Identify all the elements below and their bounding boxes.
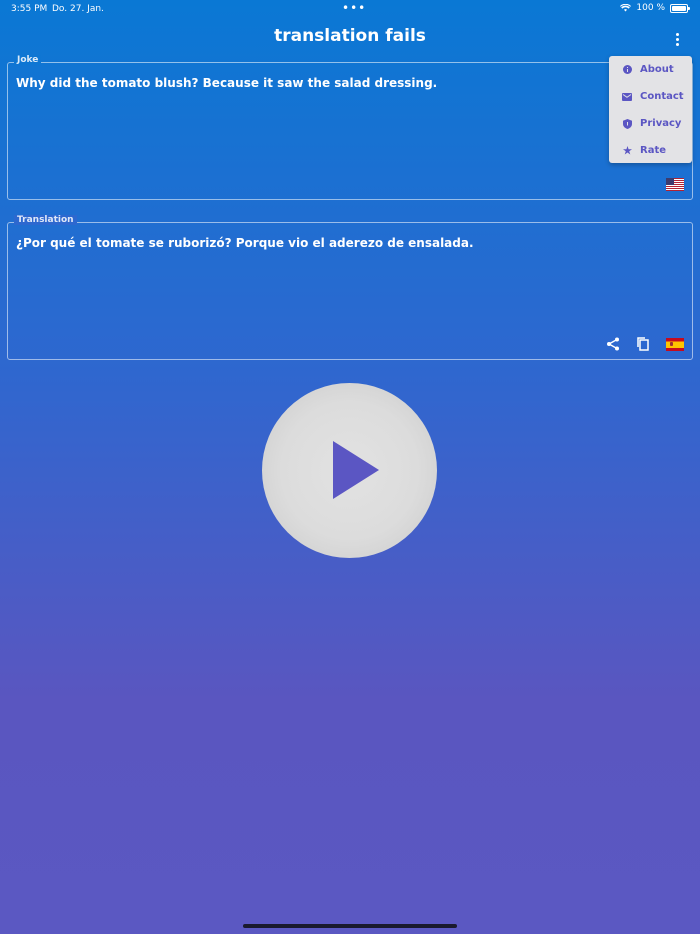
us-flag-icon[interactable] xyxy=(666,178,684,191)
home-indicator[interactable] xyxy=(243,924,457,928)
mail-icon xyxy=(622,92,632,101)
play-icon xyxy=(333,441,379,499)
menu-item-label: Privacy xyxy=(640,118,682,129)
wifi-icon xyxy=(620,4,632,12)
battery-icon xyxy=(670,3,690,13)
es-flag-icon[interactable] xyxy=(666,338,684,351)
menu-item-about[interactable]: About xyxy=(609,56,692,83)
translation-text: ¿Por qué el tomate se ruborizó? Porque v… xyxy=(16,236,474,250)
status-date: Do. 27. Jan. xyxy=(52,4,104,14)
joke-field[interactable]: Joke Why did the tomato blush? Because i… xyxy=(7,55,693,200)
star-icon xyxy=(622,146,632,155)
battery-percent: 100 % xyxy=(636,3,665,13)
status-right: 100 % xyxy=(620,3,690,13)
menu-item-contact[interactable]: Contact xyxy=(609,83,692,110)
page-title: translation fails xyxy=(274,26,426,46)
status-time: 3:55 PM xyxy=(11,4,48,14)
menu-item-privacy[interactable]: Privacy xyxy=(609,110,692,137)
translation-field: Translation ¿Por qué el tomate se rubori… xyxy=(7,215,693,360)
shield-icon xyxy=(622,118,632,129)
info-icon xyxy=(622,65,632,74)
share-icon[interactable] xyxy=(605,336,621,352)
menu-item-label: Contact xyxy=(640,91,684,102)
multitask-dots[interactable]: ••• xyxy=(342,1,366,15)
more-menu-button[interactable] xyxy=(667,28,687,50)
translation-label: Translation xyxy=(14,215,77,225)
joke-label: Joke xyxy=(14,55,42,65)
more-vert-icon xyxy=(675,32,679,36)
menu-item-label: Rate xyxy=(640,145,667,156)
menu-item-rate[interactable]: Rate xyxy=(609,137,692,164)
overflow-menu: About Contact Privacy Rate xyxy=(609,56,692,163)
play-button[interactable] xyxy=(262,383,437,558)
status-bar: 3:55 PM Do. 27. Jan. ••• 100 % xyxy=(0,0,700,18)
menu-item-label: About xyxy=(640,64,674,75)
copy-icon[interactable] xyxy=(635,336,651,352)
joke-text[interactable]: Why did the tomato blush? Because it saw… xyxy=(16,76,684,90)
